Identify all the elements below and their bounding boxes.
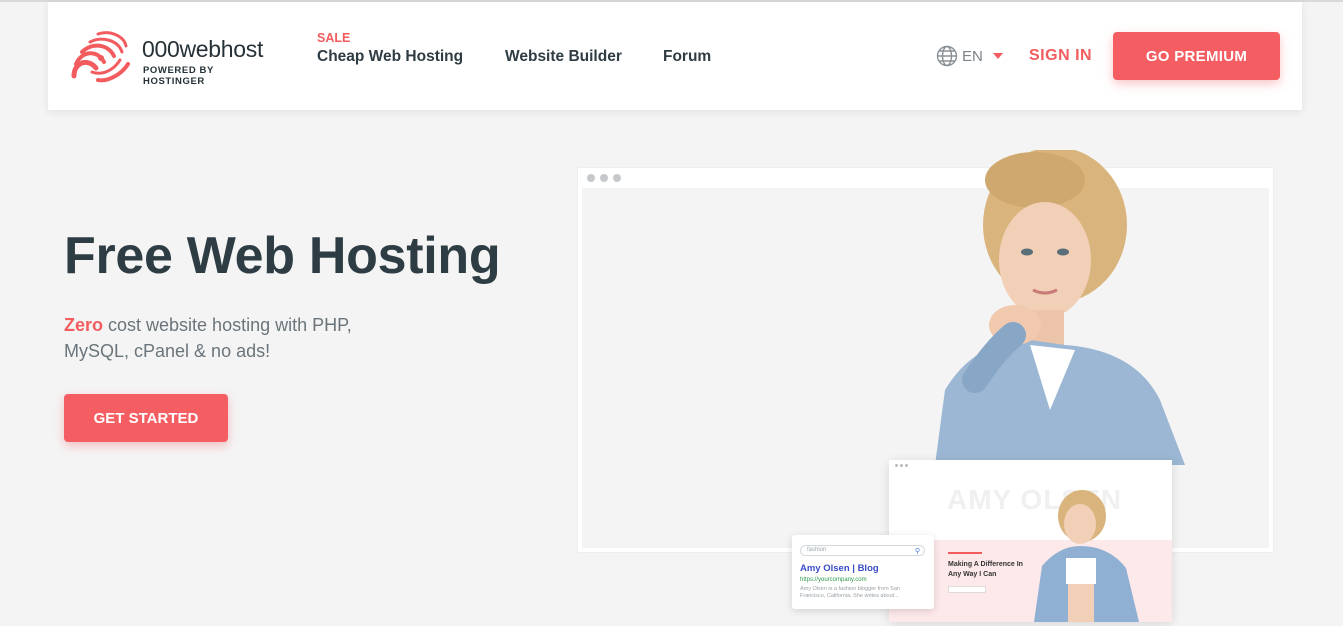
mini-dot	[900, 464, 903, 467]
search-result-card: fashion ⚲ Amy Olsen | Blog https://yourc…	[792, 535, 934, 609]
language-selector[interactable]: EN	[936, 44, 1003, 68]
search-icon: ⚲	[914, 548, 920, 555]
mini-dot	[905, 464, 908, 467]
browser-dot	[613, 174, 621, 182]
hero-subtitle-highlight: Zero	[64, 315, 104, 335]
sale-badge: SALE	[317, 31, 351, 45]
hero-subtitle: Zero cost website hosting with PHP, MySQ…	[64, 312, 404, 364]
hero-subtitle-text: cost website hosting with PHP, MySQL, cP…	[64, 315, 352, 361]
nav-website-builder[interactable]: Website Builder	[505, 48, 622, 66]
woman-photo	[935, 150, 1185, 465]
sign-in-link[interactable]: SIGN IN	[1029, 47, 1092, 65]
search-result-description: Amy Olsen is a fashion blogger from San …	[800, 586, 900, 599]
mini-woman-photo	[1034, 490, 1139, 622]
brand-tagline: POWERED BY HOSTINGER	[143, 65, 214, 87]
language-code: EN	[962, 47, 983, 65]
search-result-url: https://yourcompany.com	[800, 577, 867, 583]
mini-button	[948, 586, 986, 593]
nav-cheap-web-hosting[interactable]: Cheap Web Hosting	[317, 48, 463, 66]
mini-search-input: fashion ⚲	[800, 545, 925, 556]
mini-accent-line	[948, 552, 982, 554]
browser-dot	[600, 174, 608, 182]
browser-dot	[587, 174, 595, 182]
logo[interactable]: 000webhost POWERED BY HOSTINGER	[68, 28, 278, 87]
caret-down-icon	[992, 53, 1003, 59]
logo-swirl-icon	[71, 31, 130, 83]
go-premium-button[interactable]: GO PREMIUM	[1113, 32, 1280, 80]
mini-search-placeholder: fashion	[807, 547, 827, 553]
nav-forum[interactable]: Forum	[663, 48, 711, 66]
globe-icon	[936, 45, 958, 67]
get-started-button[interactable]: GET STARTED	[64, 394, 228, 442]
mini-dot	[895, 464, 898, 467]
search-result-title: Amy Olsen | Blog	[800, 563, 879, 574]
site-header: 000webhost POWERED BY HOSTINGER SALE Che…	[48, 2, 1302, 110]
hero-title: Free Web Hosting	[64, 227, 501, 285]
brand-name: 000webhost	[142, 36, 264, 62]
